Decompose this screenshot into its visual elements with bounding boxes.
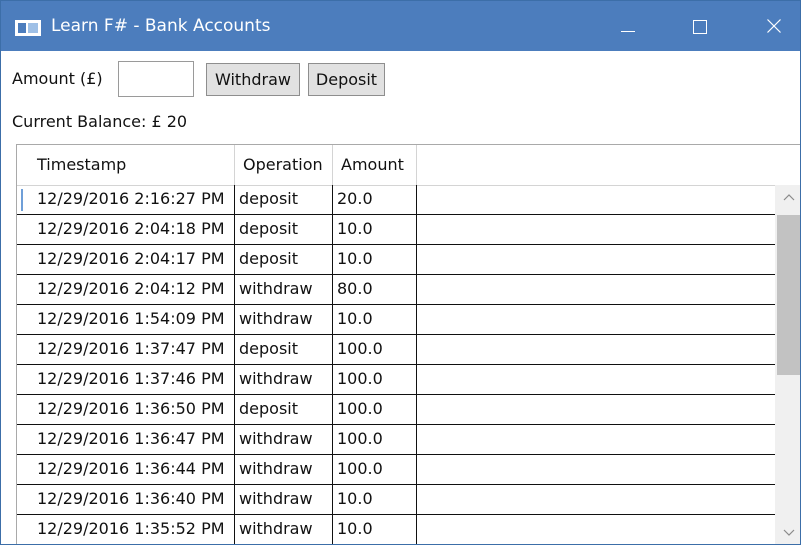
cell-operation[interactable]: withdraw	[235, 275, 333, 305]
column-header-amount[interactable]: Amount	[333, 145, 417, 185]
window-app-icon	[15, 20, 41, 36]
cell-amount[interactable]: 10.0	[333, 215, 417, 245]
cell-operation[interactable]: deposit	[235, 245, 333, 275]
transactions-grid[interactable]: Timestamp Operation Amount 12/29/2016 2:…	[16, 144, 800, 544]
cell-filler	[417, 425, 775, 455]
cell-timestamp[interactable]: 12/29/2016 2:16:27 PM	[17, 185, 235, 215]
cell-filler	[417, 245, 775, 275]
cell-amount[interactable]: 10.0	[333, 245, 417, 275]
amount-label: Amount (£)	[12, 69, 103, 88]
chevron-up-icon	[783, 194, 795, 201]
row-selection-marker	[21, 189, 23, 211]
cell-filler	[417, 455, 775, 485]
cell-timestamp[interactable]: 12/29/2016 2:04:17 PM	[17, 245, 235, 275]
chevron-down-icon	[783, 529, 795, 536]
cell-operation[interactable]: deposit	[235, 185, 333, 215]
cell-operation[interactable]: withdraw	[235, 455, 333, 485]
cell-timestamp[interactable]: 12/29/2016 1:37:47 PM	[17, 335, 235, 365]
table-row[interactable]: 12/29/2016 1:35:52 PM withdraw 10.0	[17, 515, 775, 544]
window-title: Learn F# - Bank Accounts	[51, 16, 271, 36]
cell-operation[interactable]: withdraw	[235, 365, 333, 395]
scroll-thumb[interactable]	[777, 215, 800, 375]
cell-amount[interactable]: 100.0	[333, 365, 417, 395]
cell-amount[interactable]: 80.0	[333, 275, 417, 305]
cell-operation[interactable]: withdraw	[235, 485, 333, 515]
cell-amount[interactable]: 10.0	[333, 485, 417, 515]
cell-timestamp[interactable]: 12/29/2016 1:36:47 PM	[17, 425, 235, 455]
cell-timestamp[interactable]: 12/29/2016 2:04:18 PM	[17, 215, 235, 245]
cell-filler	[417, 395, 775, 425]
cell-operation[interactable]: deposit	[235, 215, 333, 245]
vertical-scrollbar[interactable]	[775, 185, 800, 544]
cell-amount[interactable]: 100.0	[333, 425, 417, 455]
cell-amount[interactable]: 10.0	[333, 305, 417, 335]
cell-operation[interactable]: withdraw	[235, 515, 333, 544]
close-button[interactable]	[751, 1, 797, 51]
cell-amount[interactable]: 100.0	[333, 335, 417, 365]
cell-filler	[417, 485, 775, 515]
cell-timestamp[interactable]: 12/29/2016 2:04:12 PM	[17, 275, 235, 305]
column-header-operation[interactable]: Operation	[235, 145, 333, 185]
cell-filler	[417, 215, 775, 245]
cell-filler	[417, 335, 775, 365]
table-row[interactable]: 12/29/2016 1:36:44 PM withdraw 100.0	[17, 455, 775, 485]
table-row[interactable]: 12/29/2016 2:16:27 PM deposit 20.0	[17, 185, 775, 215]
cell-filler	[417, 305, 775, 335]
table-row[interactable]: 12/29/2016 2:04:17 PM deposit 10.0	[17, 245, 775, 275]
table-row[interactable]: 12/29/2016 1:37:46 PM withdraw 100.0	[17, 365, 775, 395]
cell-filler	[417, 275, 775, 305]
amount-input[interactable]	[118, 61, 194, 97]
minimize-button[interactable]	[605, 1, 651, 51]
current-balance-label: Current Balance: £ 20	[12, 112, 188, 131]
cell-filler	[417, 515, 775, 544]
column-header-timestamp[interactable]: Timestamp	[17, 145, 235, 185]
cell-operation[interactable]: deposit	[235, 335, 333, 365]
cell-amount[interactable]: 10.0	[333, 515, 417, 544]
minimize-icon	[621, 31, 635, 32]
cell-filler	[417, 185, 775, 215]
maximize-button[interactable]	[677, 1, 723, 51]
app-window: Learn F# - Bank Accounts Amount (£) With…	[0, 0, 801, 545]
table-row[interactable]: 12/29/2016 2:04:18 PM deposit 10.0	[17, 215, 775, 245]
cell-timestamp[interactable]: 12/29/2016 1:37:46 PM	[17, 365, 235, 395]
table-row[interactable]: 12/29/2016 1:37:47 PM deposit 100.0	[17, 335, 775, 365]
cell-operation[interactable]: deposit	[235, 395, 333, 425]
cell-timestamp[interactable]: 12/29/2016 1:36:40 PM	[17, 485, 235, 515]
deposit-button[interactable]: Deposit	[308, 63, 385, 96]
cell-timestamp[interactable]: 12/29/2016 1:54:09 PM	[17, 305, 235, 335]
cell-filler	[417, 365, 775, 395]
table-row[interactable]: 12/29/2016 1:36:40 PM withdraw 10.0	[17, 485, 775, 515]
cell-amount[interactable]: 100.0	[333, 395, 417, 425]
table-row[interactable]: 12/29/2016 1:36:50 PM deposit 100.0	[17, 395, 775, 425]
scroll-down-button[interactable]	[775, 521, 800, 544]
table-row[interactable]: 12/29/2016 1:36:47 PM withdraw 100.0	[17, 425, 775, 455]
title-bar[interactable]: Learn F# - Bank Accounts	[1, 1, 800, 51]
table-row[interactable]: 12/29/2016 1:54:09 PM withdraw 10.0	[17, 305, 775, 335]
scroll-up-button[interactable]	[775, 185, 800, 209]
maximize-icon	[693, 20, 707, 34]
grid-header: Timestamp Operation Amount	[17, 145, 800, 186]
cell-timestamp[interactable]: 12/29/2016 1:35:52 PM	[17, 515, 235, 544]
withdraw-button[interactable]: Withdraw	[206, 63, 300, 96]
cell-operation[interactable]: withdraw	[235, 305, 333, 335]
cell-timestamp[interactable]: 12/29/2016 1:36:50 PM	[17, 395, 235, 425]
cell-amount[interactable]: 100.0	[333, 455, 417, 485]
cell-amount[interactable]: 20.0	[333, 185, 417, 215]
close-icon	[767, 19, 781, 33]
cell-timestamp[interactable]: 12/29/2016 1:36:44 PM	[17, 455, 235, 485]
cell-operation[interactable]: withdraw	[235, 425, 333, 455]
table-row[interactable]: 12/29/2016 2:04:12 PM withdraw 80.0	[17, 275, 775, 305]
